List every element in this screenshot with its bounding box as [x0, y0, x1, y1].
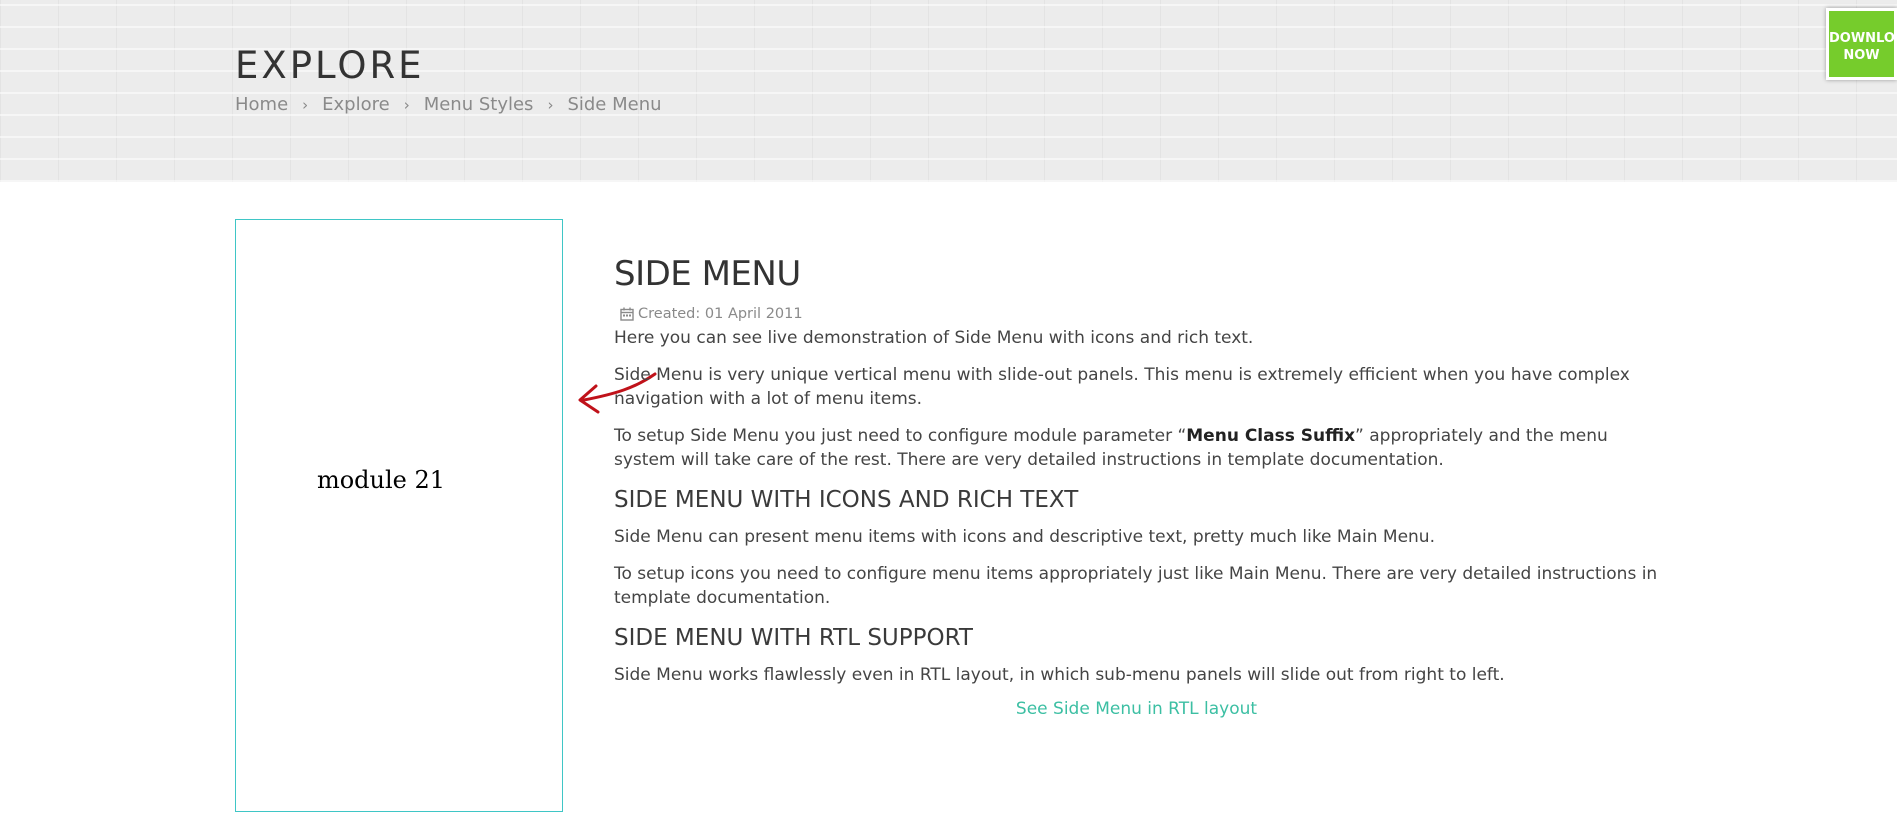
icons-paragraph-1: Side Menu can present menu items with ic…: [614, 527, 1435, 547]
description-paragraph: Side Menu is very unique vertical menu w…: [614, 365, 1630, 409]
chevron-right-icon: ›: [302, 95, 309, 114]
rtl-paragraph: Side Menu works flawlessly even in RTL l…: [614, 665, 1505, 685]
menu-class-suffix-text: Menu Class Suffix: [1186, 426, 1356, 446]
download-now-button[interactable]: DOWNLOAD NOW: [1826, 8, 1897, 80]
download-label-now: NOW: [1843, 48, 1880, 63]
setup-paragraph: To setup Side Menu you just need to conf…: [614, 424, 1659, 472]
rtl-layout-link[interactable]: See Side Menu in RTL layout: [614, 699, 1659, 719]
module-label: module 21: [316, 466, 446, 494]
breadcrumb-home[interactable]: Home: [235, 94, 288, 115]
section-title-icons: SIDE MENU WITH ICONS AND RICH TEXT: [614, 487, 1079, 513]
page-header-banner: EXPLORE Home › Explore › Menu Styles › S…: [0, 0, 1897, 182]
created-date: Created: 01 April 2011: [638, 306, 803, 322]
chevron-right-icon: ›: [547, 95, 554, 114]
download-label: DOWNLOAD: [1829, 31, 1895, 46]
module-sidebar: module 21: [235, 219, 563, 812]
section-title-rtl: SIDE MENU WITH RTL SUPPORT: [614, 625, 973, 651]
calendar-icon: [620, 307, 634, 321]
chevron-right-icon: ›: [403, 95, 410, 114]
breadcrumb-menu-styles[interactable]: Menu Styles: [424, 94, 534, 115]
setup-text-start: To setup Side Menu you just need to conf…: [614, 426, 1187, 446]
breadcrumb: Home › Explore › Menu Styles › Side Menu: [235, 94, 662, 115]
intro-paragraph: Here you can see live demonstration of S…: [614, 328, 1254, 348]
breadcrumb-side-menu: Side Menu: [567, 94, 662, 115]
article-title: SIDE MENU: [614, 254, 801, 294]
article: SIDE MENU Created: 01 April 2011 Here yo…: [614, 254, 1659, 719]
breadcrumb-explore[interactable]: Explore: [322, 94, 390, 115]
article-meta: Created: 01 April 2011: [620, 306, 1659, 322]
icons-paragraph-2: To setup icons you need to configure men…: [614, 564, 1658, 608]
page-title: EXPLORE: [235, 44, 425, 87]
